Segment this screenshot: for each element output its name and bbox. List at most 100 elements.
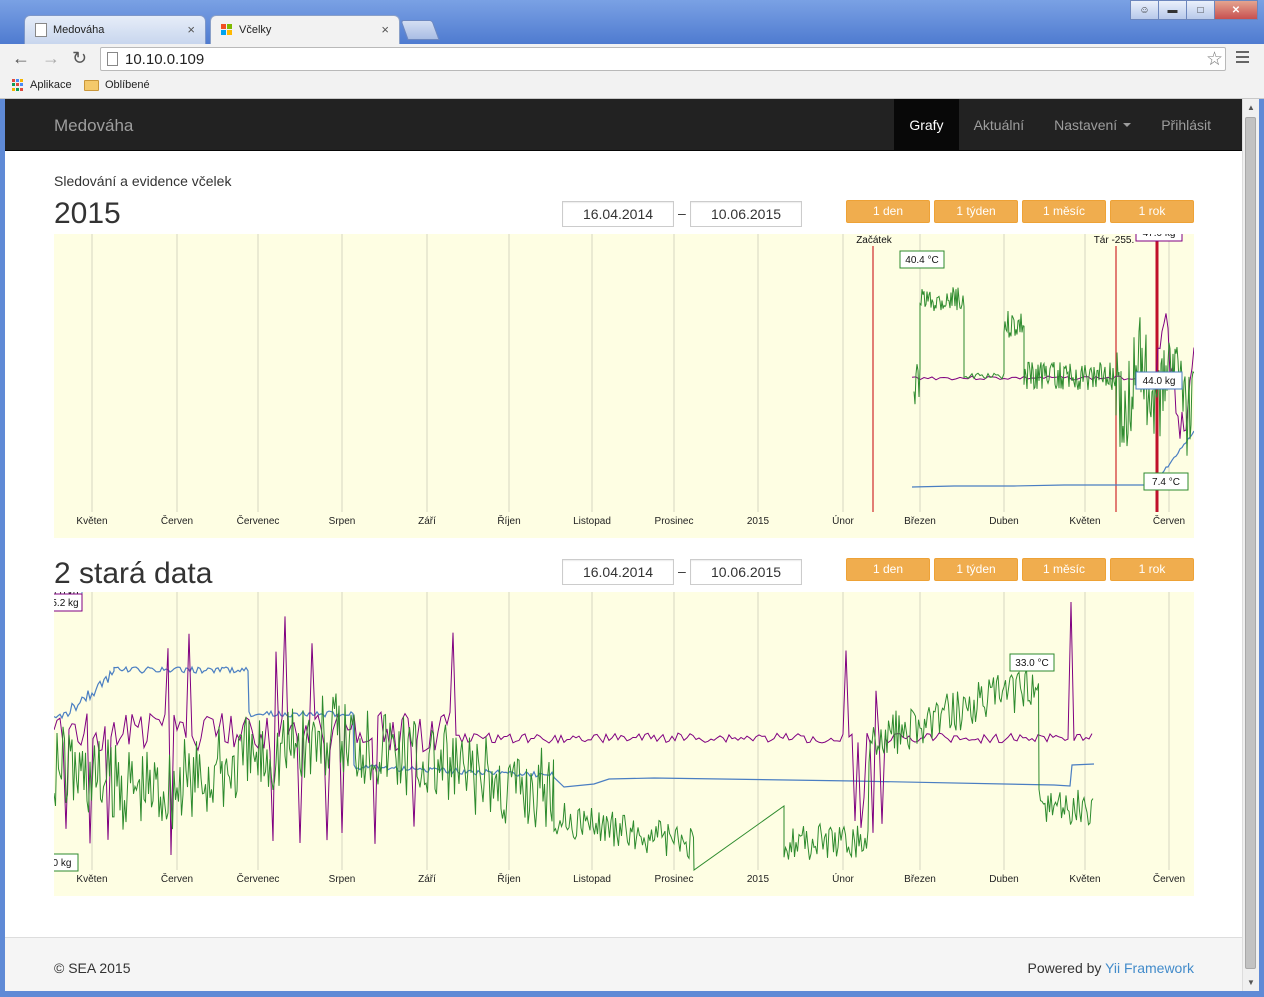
close-window-button[interactable]: ✕ [1214, 0, 1258, 20]
page-viewport: Medováha Grafy Aktuální Nastavení Přihlá… [5, 99, 1242, 991]
brand-link[interactable]: Medováha [54, 116, 133, 136]
date-from-input[interactable]: 16.04.2014 [562, 559, 674, 585]
nav-item-prihlasit[interactable]: Přihlásit [1146, 99, 1242, 150]
date-from-input[interactable]: 16.04.2014 [562, 201, 674, 227]
chart2-x-tick-label: Listopad [573, 874, 611, 885]
chart2-x-tick-label: Únor [832, 872, 854, 885]
nav-item-nastaveni[interactable]: Nastavení [1039, 99, 1146, 150]
section-title: 2015 [54, 197, 121, 230]
chart2-x-tick-label: Červen [161, 872, 193, 885]
chart2-x-tick-label: Květen [1069, 874, 1100, 885]
chart1-x-tick-label: Listopad [573, 516, 611, 527]
bookmark-favorites[interactable]: Oblíbené [84, 79, 150, 91]
chart2-tooltip-weight-b: 5.2 kg [54, 598, 79, 609]
chart1-tooltip-weight-max: 47.0 kg [1143, 234, 1176, 239]
chrome-menu-icon[interactable] [1236, 51, 1249, 65]
bookmark-label: Aplikace [30, 79, 72, 91]
chart2-x-tick-label: Září [418, 874, 436, 885]
date-to-input[interactable]: 10.06.2015 [690, 201, 802, 227]
chart2-tooltip-temp-max: 33.0 °C [1015, 658, 1048, 669]
scrollbar-thumb[interactable] [1245, 117, 1256, 969]
bookmark-label: Oblíbené [105, 79, 150, 91]
vertical-scrollbar[interactable]: ▲ ▼ [1242, 99, 1259, 991]
chart1-x-tick-label: Květen [1069, 516, 1100, 527]
range-1-month-button[interactable]: 1 měsíc [1022, 558, 1106, 581]
range-1-day-button[interactable]: 1 den [846, 558, 930, 581]
chart2-x-tick-label: Prosinec [655, 874, 694, 885]
chart1-tooltip-temp-min: 7.4 °C [1152, 477, 1180, 488]
range-1-month-button[interactable]: 1 měsíc [1022, 200, 1106, 223]
top-navbar: Medováha Grafy Aktuální Nastavení Přihlá… [5, 99, 1242, 151]
chart1-x-tick-label: Červen [161, 514, 193, 527]
chart1-x-tick-label: Březen [904, 516, 936, 527]
chart-stara-data-svg: Květen Červen Červenec Srpen Září Říjen Listop… [54, 592, 1185, 885]
chart2-x-tick-label: 2015 [747, 874, 770, 885]
scroll-up-icon[interactable]: ▲ [1247, 103, 1255, 112]
chart2-x-tick-label: Srpen [329, 874, 356, 885]
page-footer: © SEA 2015 Powered by Yii Framework [5, 937, 1242, 991]
date-to-input[interactable]: 10.06.2015 [690, 559, 802, 585]
yii-framework-link[interactable]: Yii Framework [1105, 960, 1194, 976]
chart2-x-tick-label: Duben [989, 874, 1018, 885]
window-controls: ☺ ▬ □ ✕ [1130, 0, 1258, 20]
nav-item-grafy[interactable]: Grafy [894, 99, 959, 150]
bookmark-star-icon[interactable]: ☆ [1206, 48, 1223, 71]
reload-icon[interactable]: ↻ [72, 48, 87, 69]
date-separator: – [678, 205, 686, 221]
chart2-x-tick-label: Červenec [237, 872, 280, 885]
chart2-x-tick-label: Květen [76, 874, 107, 885]
url-text[interactable]: 10.10.0.109 [125, 51, 204, 68]
range-1-week-button[interactable]: 1 týden [934, 200, 1018, 223]
chart1-x-tick-label: Červenec [237, 514, 280, 527]
chart1-x-tick-label: Únor [832, 514, 854, 527]
back-arrow-icon[interactable]: ← [12, 48, 30, 69]
bookmarks-bar: Aplikace Oblíbené [0, 74, 1264, 99]
chart1-x-tick-label: 2015 [747, 516, 770, 527]
chart1-x-tick-label: Duben [989, 516, 1018, 527]
nav-item-aktualni[interactable]: Aktuální [959, 99, 1040, 150]
chart1-marker-label: Tár -255. [1094, 235, 1135, 246]
chart2-x-tick-label: Říjen [497, 872, 520, 885]
nav-item-label: Nastavení [1054, 116, 1118, 133]
range-1-year-button[interactable]: 1 rok [1110, 558, 1194, 581]
caret-down-icon [1123, 122, 1132, 127]
chart2-series-temperature-line [54, 668, 1094, 871]
folder-icon [84, 79, 99, 91]
powered-prefix: Powered by [1027, 960, 1106, 976]
chart1-tooltip-weight: 44.0 kg [1143, 376, 1176, 387]
powered-by: Powered by Yii Framework [1027, 960, 1194, 976]
chart1-x-tick-label: Prosinec [655, 516, 694, 527]
page-icon [107, 52, 118, 66]
maximize-button[interactable]: □ [1186, 0, 1215, 20]
tab-title: Včelky [239, 24, 272, 36]
forward-arrow-icon[interactable]: → [42, 48, 60, 69]
range-1-year-button[interactable]: 1 rok [1110, 200, 1194, 223]
range-1-week-button[interactable]: 1 týden [934, 558, 1018, 581]
page-icon [35, 23, 47, 37]
tab-close-icon[interactable]: × [381, 22, 389, 37]
range-1-day-button[interactable]: 1 den [846, 200, 930, 223]
browser-titlebar: Medováha × Včelky × ☺ ▬ □ ✕ [0, 0, 1264, 44]
chart2-x-tick-label: Červen [1153, 872, 1185, 885]
nav-menu: Grafy Aktuální Nastavení Přihlásit [894, 99, 1242, 150]
minimize-button[interactable]: ▬ [1158, 0, 1187, 20]
chart-2015[interactable]: Květen Červen Červenec Srpen Září Říjen Listop… [54, 234, 1194, 538]
chart2-tooltip-weight-min: 0 kg [54, 858, 71, 869]
copyright-text: © SEA 2015 [54, 960, 131, 976]
user-icon[interactable]: ☺ [1130, 0, 1159, 20]
apps-grid-icon [12, 79, 24, 91]
new-tab-button[interactable] [400, 20, 440, 40]
chart-2015-svg: Květen Červen Červenec Srpen Září Říjen Listop… [76, 234, 1194, 527]
browser-toolbar: ← → ↻ 10.10.0.109 ☆ [0, 44, 1264, 74]
tab-close-icon[interactable]: × [187, 22, 195, 37]
bookmark-apps[interactable]: Aplikace [12, 79, 72, 91]
address-bar[interactable]: 10.10.0.109 ☆ [100, 47, 1226, 71]
date-separator: – [678, 563, 686, 579]
tab-vcelky[interactable]: Včelky × [210, 15, 400, 44]
chart-stara-data[interactable]: Květen Červen Červenec Srpen Září Říjen Listop… [54, 592, 1194, 896]
chart1-tooltip-temp-max: 40.4 °C [905, 255, 938, 266]
tab-medovaha[interactable]: Medováha × [24, 15, 206, 44]
scroll-down-icon[interactable]: ▼ [1247, 978, 1255, 987]
tab-title: Medováha [53, 24, 105, 36]
page-subtitle: Sledování a evidence včelek [54, 173, 232, 189]
